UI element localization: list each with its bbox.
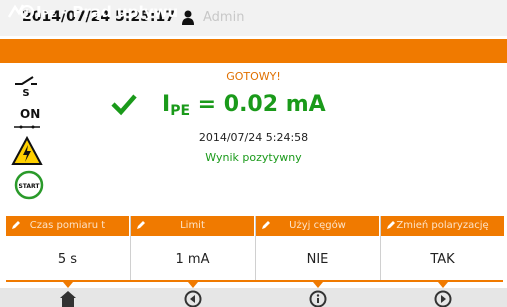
param-value: 5 s — [57, 252, 78, 267]
title-bar — [0, 39, 507, 63]
param-value: NIE — [306, 252, 329, 267]
result-verdict: Wynik pozytywny — [205, 151, 302, 164]
param-limit[interactable]: Limit 1 mA — [131, 216, 254, 280]
param-label: Użyj cęgów — [289, 220, 346, 231]
param-header: Czas pomiaru t — [6, 216, 129, 236]
user-name: Admin — [203, 10, 245, 25]
closed-switch-icon — [14, 125, 40, 129]
page-title: IPE - Prąd upływu — [36, 3, 179, 21]
param-header: Limit — [131, 216, 254, 236]
leakage-current-icon — [7, 4, 34, 19]
param-measurement-time[interactable]: Czas pomiaru t 5 s — [6, 216, 129, 280]
user-icon — [182, 10, 194, 25]
parameters-panel: Czas pomiaru t 5 s Limit 1 mA Użyj cęgów… — [6, 216, 504, 280]
param-label: Zmień polaryzację — [396, 220, 489, 231]
param-value: TAK — [430, 252, 455, 267]
param-label: Limit — [180, 220, 205, 231]
info-icon[interactable] — [306, 288, 330, 307]
home-icon[interactable] — [56, 288, 80, 307]
start-button[interactable]: START — [12, 170, 46, 200]
param-header: Użyj cęgów — [256, 216, 379, 236]
measurement-result: IPE = 0.02 mA — [162, 92, 326, 119]
param-change-polarity[interactable]: Zmień polaryzację TAK — [381, 216, 504, 280]
on-label: ON — [20, 107, 41, 121]
param-header: Zmień polaryzację — [381, 216, 504, 236]
measurement-timestamp: 2014/07/24 5:24:58 — [198, 131, 309, 144]
previous-icon[interactable] — [181, 288, 205, 307]
svg-text:START: START — [18, 183, 40, 190]
param-label: Czas pomiaru t — [29, 220, 106, 231]
status-text: GOTOWY! — [226, 70, 281, 83]
next-icon[interactable] — [431, 288, 455, 307]
divider-line — [6, 280, 503, 282]
check-icon — [111, 94, 137, 116]
switch-label: S — [22, 88, 29, 98]
param-use-clamps[interactable]: Użyj cęgów NIE — [256, 216, 379, 280]
param-value: 1 mA — [175, 252, 210, 267]
